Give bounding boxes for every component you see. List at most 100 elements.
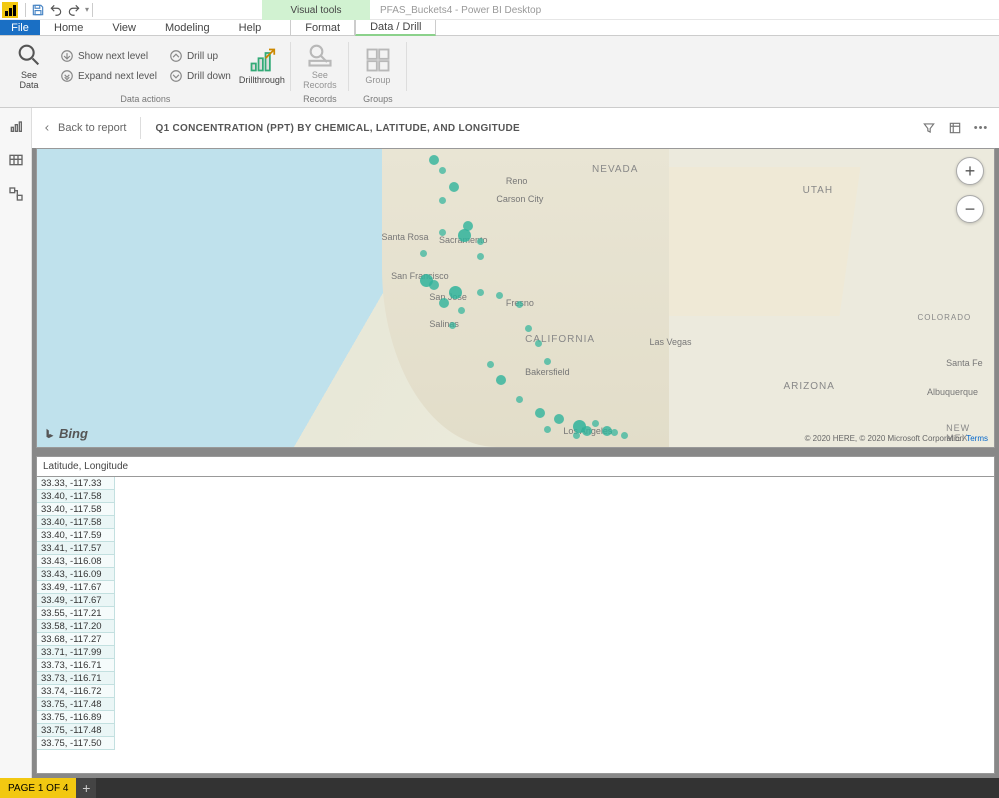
ribbon: See Data Show next level Expand next lev… (0, 36, 999, 108)
more-options-icon[interactable]: ••• (973, 120, 989, 136)
back-label: Back to report (58, 122, 126, 134)
map-surface[interactable]: NEVADA UTAH CALIFORNIA ARIZONA COLORADO … (37, 149, 994, 447)
map-zoom-controls: + − (956, 157, 984, 223)
table-row[interactable]: 33.73, -116.71 (37, 672, 994, 685)
undo-icon[interactable] (47, 1, 65, 19)
table-row[interactable]: 33.49, -117.67 (37, 594, 994, 607)
expand-next-level-button[interactable]: Expand next level (56, 66, 161, 86)
zoom-out-button[interactable]: − (956, 195, 984, 223)
data-view-icon[interactable] (4, 148, 28, 172)
table-cell: 33.43, -116.08 (37, 555, 115, 568)
table-cell: 33.58, -117.20 (37, 620, 115, 633)
table-cell: 33.74, -116.72 (37, 685, 115, 698)
bing-logo: Bing (43, 426, 88, 441)
group-button[interactable]: Group (355, 38, 401, 94)
tab-data-drill[interactable]: Data / Drill (355, 20, 436, 36)
save-icon[interactable] (29, 1, 47, 19)
table-cell: 33.40, -117.59 (37, 529, 115, 542)
table-body[interactable]: 33.33, -117.3333.40, -117.5833.40, -117.… (37, 477, 994, 773)
tab-file[interactable]: File (0, 20, 40, 35)
tab-home[interactable]: Home (40, 20, 98, 35)
table-row[interactable]: 33.40, -117.58 (37, 503, 994, 516)
report-view-icon[interactable] (4, 114, 28, 138)
show-next-level-label: Show next level (78, 51, 148, 62)
drillthrough-button[interactable]: Drillthrough (239, 38, 285, 94)
tab-view[interactable]: View (98, 20, 151, 35)
table-cell: 33.33, -117.33 (37, 477, 115, 490)
expand-next-level-label: Expand next level (78, 71, 157, 82)
model-view-icon[interactable] (4, 182, 28, 206)
group-label: Group (365, 76, 390, 86)
redo-icon[interactable] (65, 1, 83, 19)
table-row[interactable]: 33.55, -117.21 (37, 607, 994, 620)
table-cell: 33.40, -117.58 (37, 490, 115, 503)
tab-modeling[interactable]: Modeling (151, 20, 225, 35)
page-tab[interactable]: PAGE 1 OF 4 (0, 778, 76, 798)
focus-mode-icon[interactable] (947, 120, 963, 136)
zoom-in-button[interactable]: + (956, 157, 984, 185)
drill-down-button[interactable]: Drill down (165, 66, 235, 86)
status-bar: PAGE 1 OF 4 + (0, 778, 999, 798)
tab-format[interactable]: Format (290, 20, 355, 35)
table-cell: 33.75, -117.48 (37, 698, 115, 711)
qat-options-icon[interactable]: ▾ (85, 5, 89, 14)
ribbon-group-groups: Group Groups (349, 36, 407, 107)
app-title: PFAS_Buckets4 - Power BI Desktop (380, 0, 541, 20)
table-cell: 33.40, -117.58 (37, 516, 115, 529)
data-table-visual[interactable]: Latitude, Longitude 33.33, -117.3333.40,… (36, 456, 995, 774)
table-row[interactable]: 33.33, -117.33 (37, 477, 994, 490)
tab-help[interactable]: Help (225, 20, 277, 35)
ribbon-tabs: File Home View Modeling Help Format Data… (0, 20, 999, 36)
ribbon-group-records: See Records Records (291, 36, 349, 107)
table-row[interactable]: 33.49, -117.67 (37, 581, 994, 594)
table-row[interactable]: 33.75, -116.89 (37, 711, 994, 724)
see-records-button[interactable]: See Records (297, 38, 343, 94)
table-row[interactable]: 33.43, -116.09 (37, 568, 994, 581)
table-row[interactable]: 33.75, -117.48 (37, 698, 994, 711)
table-row[interactable]: 33.68, -117.27 (37, 633, 994, 646)
table-row[interactable]: 33.40, -117.58 (37, 490, 994, 503)
breadcrumb-bar: Back to report Q1 CONCENTRATION (PPT) BY… (32, 108, 999, 148)
report-canvas: Back to report Q1 CONCENTRATION (PPT) BY… (32, 108, 999, 778)
table-row[interactable]: 33.40, -117.58 (37, 516, 994, 529)
table-cell: 33.71, -117.99 (37, 646, 115, 659)
table-row[interactable]: 33.58, -117.20 (37, 620, 994, 633)
ribbon-group-label: Groups (355, 94, 401, 105)
table-cell: 33.43, -116.09 (37, 568, 115, 581)
table-row[interactable]: 33.40, -117.59 (37, 529, 994, 542)
table-cell: 33.75, -116.89 (37, 711, 115, 724)
table-cell: 33.49, -117.67 (37, 581, 115, 594)
table-row[interactable]: 33.75, -117.50 (37, 737, 994, 750)
table-row[interactable]: 33.41, -117.57 (37, 542, 994, 555)
visual-title: Q1 CONCENTRATION (PPT) BY CHEMICAL, LATI… (155, 123, 520, 134)
map-attribution: © 2020 HERE, © 2020 Microsoft Corporatio… (805, 434, 988, 443)
ribbon-group-label: Records (297, 94, 343, 105)
map-visual[interactable]: NEVADA UTAH CALIFORNIA ARIZONA COLORADO … (36, 148, 995, 448)
table-cell: 33.40, -117.58 (37, 503, 115, 516)
see-data-label: See Data (19, 71, 38, 91)
table-cell: 33.75, -117.50 (37, 737, 115, 750)
drillthrough-label: Drillthrough (239, 76, 285, 86)
table-cell: 33.75, -117.48 (37, 724, 115, 737)
add-page-button[interactable]: + (76, 778, 96, 798)
table-row[interactable]: 33.73, -116.71 (37, 659, 994, 672)
divider (92, 3, 93, 17)
contextual-tab-header: Visual tools (262, 0, 370, 20)
table-cell: 33.68, -117.27 (37, 633, 115, 646)
table-row[interactable]: 33.43, -116.08 (37, 555, 994, 568)
back-to-report-button[interactable]: Back to report (42, 122, 126, 134)
terms-link[interactable]: Terms (966, 434, 988, 443)
table-cell: 33.73, -116.71 (37, 672, 115, 685)
table-header: Latitude, Longitude (37, 457, 994, 477)
see-data-button[interactable]: See Data (6, 38, 52, 94)
table-row[interactable]: 33.74, -116.72 (37, 685, 994, 698)
powerbi-logo-icon (2, 2, 18, 18)
divider (140, 117, 141, 139)
show-next-level-button[interactable]: Show next level (56, 46, 161, 66)
table-row[interactable]: 33.71, -117.99 (37, 646, 994, 659)
drill-up-button[interactable]: Drill up (165, 46, 235, 66)
table-row[interactable]: 33.75, -117.48 (37, 724, 994, 737)
table-cell: 33.49, -117.67 (37, 594, 115, 607)
filter-icon[interactable] (921, 120, 937, 136)
workspace: Back to report Q1 CONCENTRATION (PPT) BY… (0, 108, 999, 778)
